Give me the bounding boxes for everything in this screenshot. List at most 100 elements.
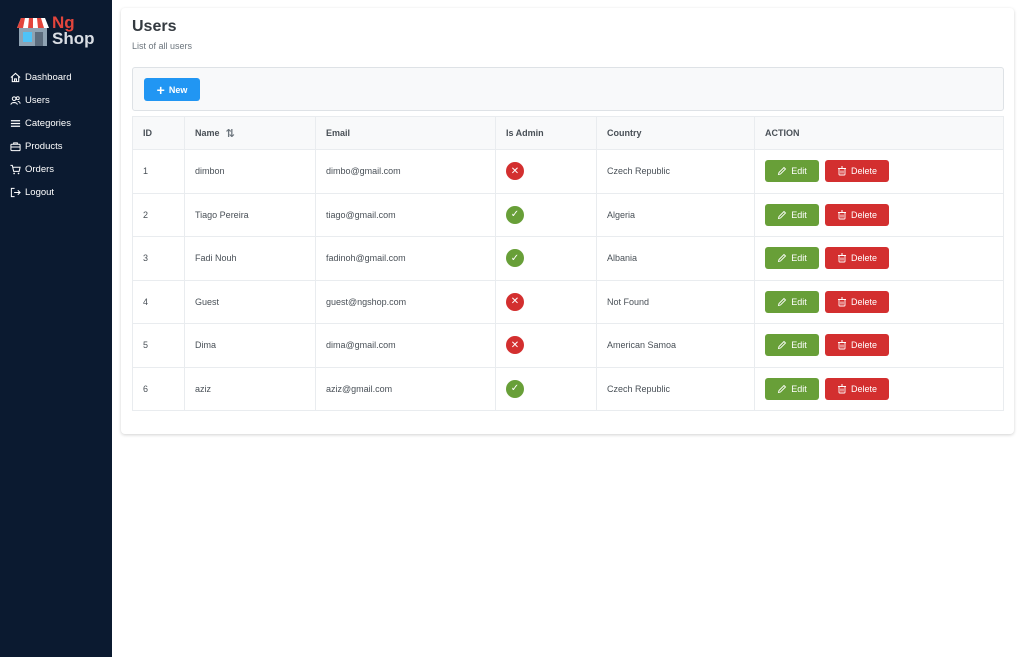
trash-icon [837, 297, 851, 307]
sidebar-item-label: Dashboard [25, 72, 72, 83]
users-icon [9, 95, 21, 107]
sidebar-item-logout[interactable]: Logout [0, 181, 112, 204]
cross-icon: ✕ [506, 292, 524, 311]
trash-icon [837, 384, 851, 394]
toolbar: + New [132, 67, 1004, 111]
cell-actions: Edit Delete [754, 279, 1004, 324]
sidebar-item-label: Products [25, 141, 63, 152]
edit-button-label: Edit [791, 166, 807, 177]
users-table: ID Name ⇅ Email Is Admin Country ACTION 1… [132, 116, 1004, 411]
edit-button-label: Edit [791, 209, 807, 220]
sidebar-item-categories[interactable]: Categories [0, 112, 112, 135]
sidebar: Ng Shop Dashboard Users Categories Produ… [0, 0, 112, 657]
pencil-icon [777, 340, 791, 350]
cell-country: Algeria [596, 192, 755, 237]
column-header-is-admin: Is Admin [495, 116, 597, 150]
plus-icon: + [156, 81, 165, 98]
cell-is-admin: ✓ [495, 192, 597, 237]
sidebar-item-label: Logout [25, 187, 55, 198]
list-icon [9, 118, 21, 130]
cell-name: Guest [184, 279, 316, 324]
edit-button-label: Edit [791, 296, 807, 307]
cell-id: 3 [132, 236, 185, 281]
sidebar-item-orders[interactable]: Orders [0, 158, 112, 181]
trash-icon [837, 210, 851, 220]
sort-icon[interactable]: ⇅ [226, 127, 235, 140]
briefcase-icon [9, 141, 21, 153]
table-row: 6 aziz aziz@gmail.com ✓ Czech Republic Edit De… [132, 366, 1004, 411]
new-user-button[interactable]: + New [144, 78, 200, 101]
row-actions: Edit Delete [765, 290, 1003, 313]
table-row: 3 Fadi Nouh fadinoh@gmail.com ✓ Albania Edit D… [132, 236, 1004, 281]
edit-button[interactable]: Edit [765, 160, 819, 183]
pencil-icon [777, 166, 791, 176]
delete-button[interactable]: Delete [825, 160, 889, 183]
cell-name: Dima [184, 323, 316, 368]
cell-is-admin: ✕ [495, 149, 597, 194]
cell-email: dima@gmail.com [315, 323, 496, 368]
shop-logo-icon [17, 18, 49, 46]
cell-is-admin: ✓ [495, 366, 597, 411]
delete-button-label: Delete [850, 340, 877, 351]
cell-email: tiago@gmail.com [315, 192, 496, 237]
check-icon: ✓ [506, 249, 524, 268]
cell-actions: Edit Delete [754, 236, 1004, 281]
table-row: 2 Tiago Pereira tiago@gmail.com ✓ Algeria Edi… [132, 192, 1004, 237]
column-header-action: ACTION [754, 116, 1004, 150]
cell-country: American Samoa [596, 323, 755, 368]
edit-button[interactable]: Edit [765, 334, 819, 357]
table-body: 1 dimbon dimbo@gmail.com ✕ Czech Republic Edi… [132, 149, 1004, 411]
cell-country: Not Found [596, 279, 755, 324]
delete-button[interactable]: Delete [825, 247, 889, 270]
delete-button[interactable]: Delete [825, 290, 889, 313]
check-icon: ✓ [506, 205, 524, 224]
sign-out-icon [9, 187, 21, 199]
home-icon [9, 72, 21, 84]
check-icon: ✓ [506, 379, 524, 398]
edit-button[interactable]: Edit [765, 377, 819, 400]
brand-name-shop: Shop [52, 29, 95, 48]
logo[interactable]: Ng Shop [14, 14, 100, 50]
cell-is-admin: ✕ [495, 323, 597, 368]
row-actions: Edit Delete [765, 203, 1003, 226]
sidebar-item-products[interactable]: Products [0, 135, 112, 158]
edit-button[interactable]: Edit [765, 247, 819, 270]
sidebar-item-label: Categories [25, 118, 71, 129]
cell-actions: Edit Delete [754, 323, 1004, 368]
cell-is-admin: ✕ [495, 279, 597, 324]
row-actions: Edit Delete [765, 247, 1003, 270]
trash-icon [837, 340, 851, 350]
delete-button[interactable]: Delete [825, 334, 889, 357]
edit-button[interactable]: Edit [765, 203, 819, 226]
cell-is-admin: ✓ [495, 236, 597, 281]
sidebar-item-users[interactable]: Users [0, 89, 112, 112]
delete-button[interactable]: Delete [825, 203, 889, 226]
column-header-email: Email [315, 116, 496, 150]
cell-actions: Edit Delete [754, 149, 1004, 194]
row-actions: Edit Delete [765, 377, 1003, 400]
delete-button-label: Delete [850, 253, 877, 264]
cell-country: Albania [596, 236, 755, 281]
cross-icon: ✕ [506, 162, 524, 181]
delete-button[interactable]: Delete [825, 377, 889, 400]
cell-country: Czech Republic [596, 366, 755, 411]
column-header-name[interactable]: Name ⇅ [184, 116, 316, 150]
pencil-icon [777, 297, 791, 307]
trash-icon [837, 253, 851, 263]
delete-button-label: Delete [850, 296, 877, 307]
edit-button-label: Edit [791, 383, 807, 394]
delete-button-label: Delete [850, 166, 877, 177]
column-header-country: Country [596, 116, 755, 150]
cell-id: 1 [132, 149, 185, 194]
sidebar-item-dashboard[interactable]: Dashboard [0, 66, 112, 89]
sidebar-nav: Dashboard Users Categories Products Orde… [0, 66, 112, 204]
users-card: Users List of all users + New ID Name ⇅ E… [121, 8, 1014, 434]
edit-button-label: Edit [791, 340, 807, 351]
sidebar-item-label: Orders [25, 164, 55, 175]
cell-email: aziz@gmail.com [315, 366, 496, 411]
table-header-row: ID Name ⇅ Email Is Admin Country ACTION [132, 116, 1004, 150]
edit-button[interactable]: Edit [765, 290, 819, 313]
cell-email: fadinoh@gmail.com [315, 236, 496, 281]
sidebar-item-label: Users [25, 95, 50, 106]
cell-id: 6 [132, 366, 185, 411]
